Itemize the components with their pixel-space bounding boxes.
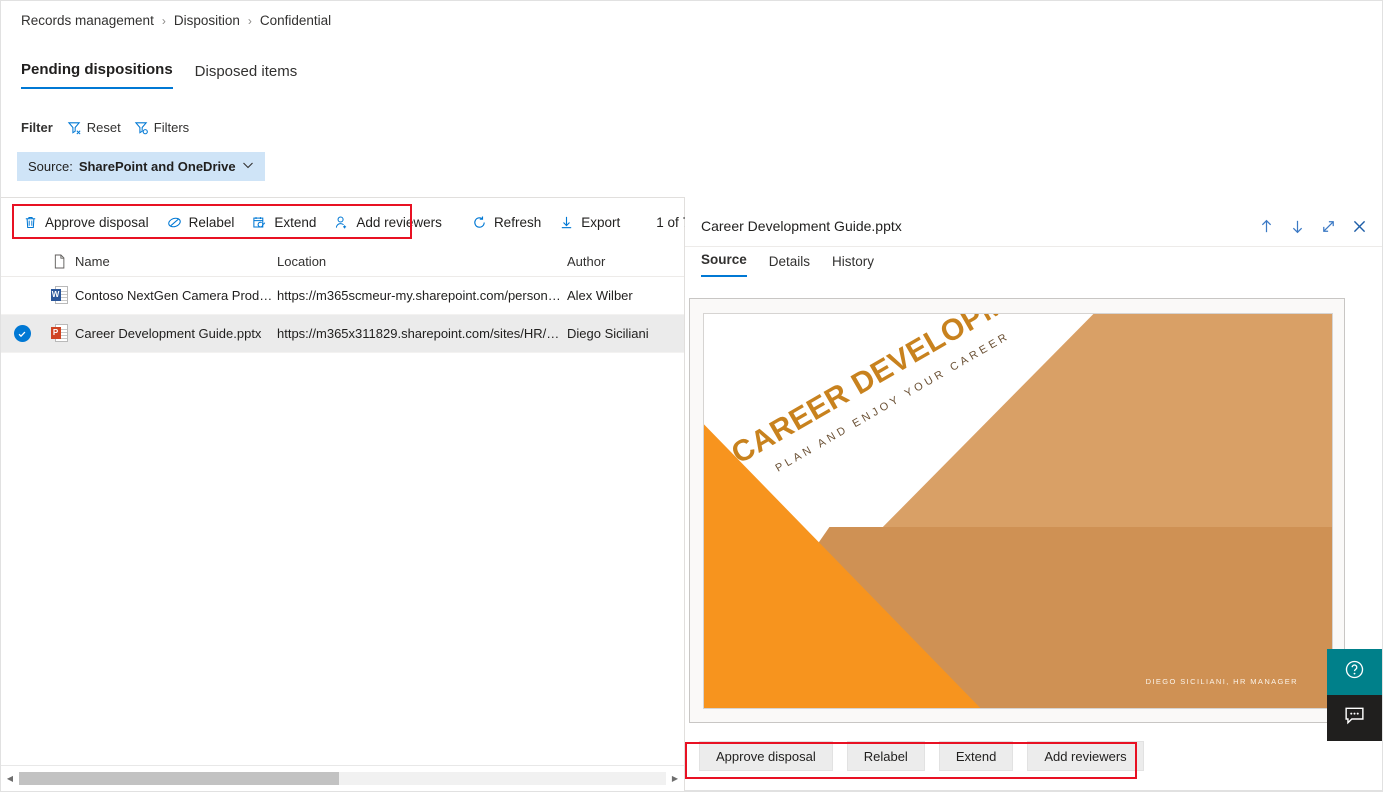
detail-panel-title: Career Development Guide.pptx [701, 218, 902, 234]
scroll-right-arrow-icon[interactable]: ▶ [666, 774, 684, 783]
breadcrumb-item-confidential[interactable]: Confidential [260, 13, 331, 28]
row-author: Alex Wilber [567, 288, 633, 303]
funnel-gear-icon [134, 120, 149, 135]
word-badge-label: W [50, 288, 61, 301]
trash-icon [23, 215, 38, 230]
breadcrumb-item-disposition[interactable]: Disposition [174, 13, 240, 28]
panel-tab-details[interactable]: Details [769, 254, 810, 277]
scroll-left-arrow-icon[interactable]: ◀ [1, 774, 19, 783]
row-name: Contoso NextGen Camera Product Pla... [75, 288, 277, 303]
relabel-button[interactable]: Relabel [846, 741, 925, 771]
refresh-command[interactable]: Refresh [472, 215, 541, 230]
row-checkbox[interactable] [1, 325, 43, 342]
extend-label: Extend [274, 214, 317, 230]
expand-icon[interactable] [1320, 218, 1337, 235]
list-top-divider [1, 197, 684, 198]
row-name: Career Development Guide.pptx [75, 326, 262, 341]
detail-panel-tabs: Source Details History [701, 252, 874, 277]
move-up-icon[interactable] [1258, 218, 1275, 235]
panel-tab-source[interactable]: Source [701, 252, 747, 277]
breadcrumb-separator-icon: › [161, 13, 166, 28]
horizontal-scrollbar[interactable]: ◀ ▶ [1, 765, 684, 791]
approve-disposal-command[interactable]: Approve disposal [23, 215, 149, 230]
file-type-icon-word: W [43, 285, 75, 306]
feedback-chat-icon [1344, 706, 1365, 730]
move-down-icon[interactable] [1289, 218, 1306, 235]
source-filter-dropdown[interactable]: Source: SharePoint and OneDrive [17, 152, 265, 181]
detail-panel-header: Career Development Guide.pptx [685, 206, 1382, 246]
refresh-label: Refresh [493, 214, 542, 230]
question-circle-icon [1344, 659, 1365, 685]
relabel-label: Relabel [188, 214, 235, 230]
column-header-name[interactable]: Name [75, 254, 277, 269]
relabel-command[interactable]: Relabel [167, 214, 235, 230]
filter-label: Filter [21, 120, 53, 135]
help-button[interactable] [1327, 649, 1382, 695]
column-header-location[interactable]: Location [277, 254, 567, 269]
breadcrumb-item-records-management[interactable]: Records management [21, 13, 154, 28]
add-reviewers-command[interactable]: Add reviewers [334, 215, 442, 230]
tab-disposed-items[interactable]: Disposed items [195, 63, 298, 89]
main-tabs: Pending dispositions Disposed items [21, 61, 297, 89]
export-command[interactable]: Export [559, 215, 620, 230]
panel-bottom-divider [685, 790, 1382, 791]
document-preview-container: CAREER DEVELOPMENT GUIDE PLAN AND ENJOY … [689, 298, 1345, 723]
calendar-refresh-icon [252, 215, 267, 230]
slide-preview: CAREER DEVELOPMENT GUIDE PLAN AND ENJOY … [703, 313, 1333, 709]
powerpoint-badge-label: P [50, 326, 61, 339]
refresh-icon [472, 215, 487, 230]
filters-label: Filters [153, 120, 190, 135]
records-management-page: Records management › Disposition › Confi… [0, 0, 1383, 792]
detail-panel-actions [1258, 218, 1368, 235]
filter-bar: Filter Reset Filters [21, 118, 192, 137]
table-header-row: Name Location Author [1, 247, 684, 277]
extend-button[interactable]: Extend [938, 741, 1014, 771]
slide-footer: DIEGO SICILIANI, HR MANAGER [1145, 677, 1298, 686]
download-icon [559, 215, 574, 230]
funnel-x-icon [67, 120, 82, 135]
checkmark-icon [13, 325, 31, 342]
extend-command[interactable]: Extend [252, 215, 316, 230]
relabel-tag-icon [167, 215, 182, 230]
approve-disposal-label: Approve disposal [45, 214, 149, 230]
scrollbar-thumb[interactable] [19, 772, 339, 785]
file-type-icon-powerpoint: P [43, 323, 75, 344]
detail-panel: Career Development Guide.pptx Source Det… [685, 198, 1382, 791]
feedback-button[interactable] [1327, 695, 1382, 741]
add-reviewers-button[interactable]: Add reviewers [1027, 741, 1144, 771]
row-location: https://m365scmeur-my.sharepoint.com/per… [277, 288, 567, 303]
reset-filter-label: Reset [86, 120, 121, 135]
panel-tab-history[interactable]: History [832, 254, 874, 277]
tab-pending-dispositions[interactable]: Pending dispositions [21, 61, 173, 89]
detail-panel-buttons: Approve disposal Relabel Extend Add revi… [699, 741, 1144, 771]
row-author: Diego Siciliani [567, 326, 649, 341]
file-type-column-header [43, 254, 75, 269]
close-icon[interactable] [1351, 218, 1368, 235]
dispositions-table: Name Location Author W Contoso NextGen C… [1, 247, 684, 353]
column-header-author[interactable]: Author [567, 254, 682, 269]
scrollbar-track[interactable] [19, 772, 666, 785]
breadcrumb-separator-icon: › [247, 13, 252, 28]
approve-disposal-button[interactable]: Approve disposal [699, 741, 833, 771]
table-row[interactable]: W Contoso NextGen Camera Product Pla... … [1, 277, 684, 315]
row-location: https://m365x311829.sharepoint.com/sites… [277, 326, 567, 341]
chevron-down-icon [242, 159, 254, 174]
person-add-icon [334, 215, 349, 230]
add-reviewers-label: Add reviewers [356, 214, 442, 230]
source-filter-value: SharePoint and OneDrive [78, 159, 236, 174]
table-row[interactable]: P Career Development Guide.pptx https://… [1, 315, 684, 353]
reset-filter-button[interactable]: Reset [64, 118, 124, 137]
help-widget-stack [1327, 649, 1382, 741]
breadcrumb: Records management › Disposition › Confi… [21, 13, 331, 28]
source-filter-prefix: Source: [28, 159, 73, 174]
command-bar: Approve disposal Relabel Extend Add revi… [1, 205, 744, 239]
filters-button[interactable]: Filters [131, 118, 192, 137]
export-label: Export [581, 214, 621, 230]
detail-panel-divider [685, 246, 1382, 247]
